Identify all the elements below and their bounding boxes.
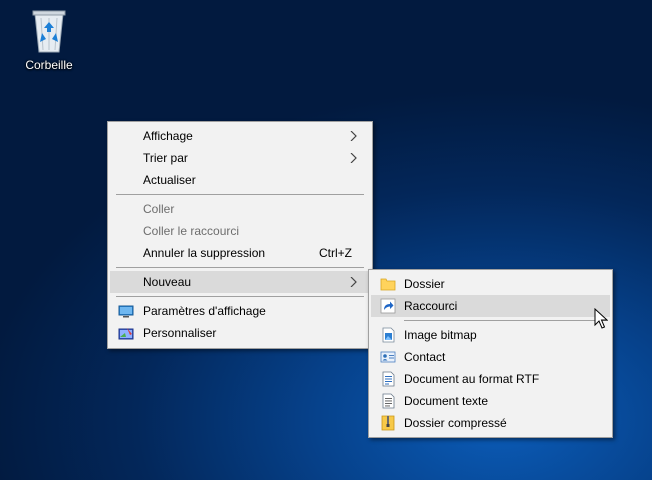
menu-item-paste-label: Coller bbox=[143, 202, 175, 216]
submenu-item-rtf-label: Document au format RTF bbox=[404, 372, 540, 386]
submenu-item-bitmap-label: Image bitmap bbox=[404, 328, 477, 342]
text-document-icon bbox=[382, 393, 395, 409]
submenu-item-shortcut[interactable]: Raccourci bbox=[371, 295, 610, 317]
chevron-right-icon bbox=[350, 147, 360, 169]
rtf-document-icon bbox=[382, 371, 395, 387]
submenu-item-bitmap[interactable]: Image bitmap bbox=[371, 324, 610, 346]
menu-item-refresh[interactable]: Actualiser bbox=[110, 169, 370, 191]
submenu-item-rtf[interactable]: Document au format RTF bbox=[371, 368, 610, 390]
menu-item-new-label: Nouveau bbox=[143, 275, 192, 289]
menu-item-display[interactable]: Affichage bbox=[110, 125, 370, 147]
mouse-pointer-icon bbox=[594, 308, 608, 329]
recycle-bin-desktop-icon[interactable]: Corbeille bbox=[18, 6, 80, 72]
shortcut-icon bbox=[380, 298, 396, 314]
menu-item-undo-delete-label: Annuler la suppression bbox=[143, 246, 266, 260]
submenu-item-folder-label: Dossier bbox=[404, 277, 445, 291]
submenu-item-text-label: Document texte bbox=[404, 394, 489, 408]
chevron-right-icon bbox=[350, 125, 360, 147]
menu-item-undo-delete[interactable]: Annuler la suppression Ctrl+Z bbox=[110, 242, 370, 264]
new-submenu: Dossier Raccourci Image bitmap Contact D… bbox=[368, 269, 613, 438]
undo-delete-shortcut-key: Ctrl+Z bbox=[319, 246, 352, 260]
display-settings-icon bbox=[118, 305, 134, 318]
desktop-context-menu: Affichage Trier par Actualiser Coller Co… bbox=[107, 121, 373, 349]
bitmap-image-icon bbox=[382, 327, 395, 343]
menu-item-display-label: Affichage bbox=[143, 129, 193, 143]
zip-folder-icon bbox=[381, 415, 395, 431]
menu-item-display-settings-label: Paramètres d'affichage bbox=[143, 304, 266, 318]
menu-separator bbox=[404, 320, 608, 321]
menu-item-personalize-label: Personnaliser bbox=[143, 326, 217, 340]
submenu-item-text[interactable]: Document texte bbox=[371, 390, 610, 412]
menu-separator bbox=[116, 194, 364, 195]
submenu-item-zip[interactable]: Dossier compressé bbox=[371, 412, 610, 434]
chevron-right-icon bbox=[350, 271, 360, 293]
menu-item-sort-by-label: Trier par bbox=[143, 151, 188, 165]
menu-item-refresh-label: Actualiser bbox=[143, 173, 196, 187]
folder-icon bbox=[380, 278, 396, 291]
menu-item-personalize[interactable]: Personnaliser bbox=[110, 322, 370, 344]
menu-item-new[interactable]: Nouveau bbox=[110, 271, 370, 293]
personalize-icon bbox=[118, 328, 134, 340]
menu-item-display-settings[interactable]: Paramètres d'affichage bbox=[110, 300, 370, 322]
contact-card-icon bbox=[380, 351, 396, 363]
submenu-item-contact-label: Contact bbox=[404, 350, 446, 364]
menu-item-paste: Coller bbox=[110, 198, 370, 220]
submenu-item-folder[interactable]: Dossier bbox=[371, 273, 610, 295]
recycle-bin-icon bbox=[32, 10, 66, 53]
menu-item-paste-shortcut: Coller le raccourci bbox=[110, 220, 370, 242]
menu-separator bbox=[116, 267, 364, 268]
menu-separator bbox=[116, 296, 364, 297]
menu-item-sort-by[interactable]: Trier par bbox=[110, 147, 370, 169]
submenu-item-contact[interactable]: Contact bbox=[371, 346, 610, 368]
submenu-item-shortcut-label: Raccourci bbox=[404, 299, 458, 313]
menu-item-paste-shortcut-label: Coller le raccourci bbox=[143, 224, 240, 238]
recycle-bin-label: Corbeille bbox=[25, 58, 73, 72]
submenu-item-zip-label: Dossier compressé bbox=[404, 416, 507, 430]
